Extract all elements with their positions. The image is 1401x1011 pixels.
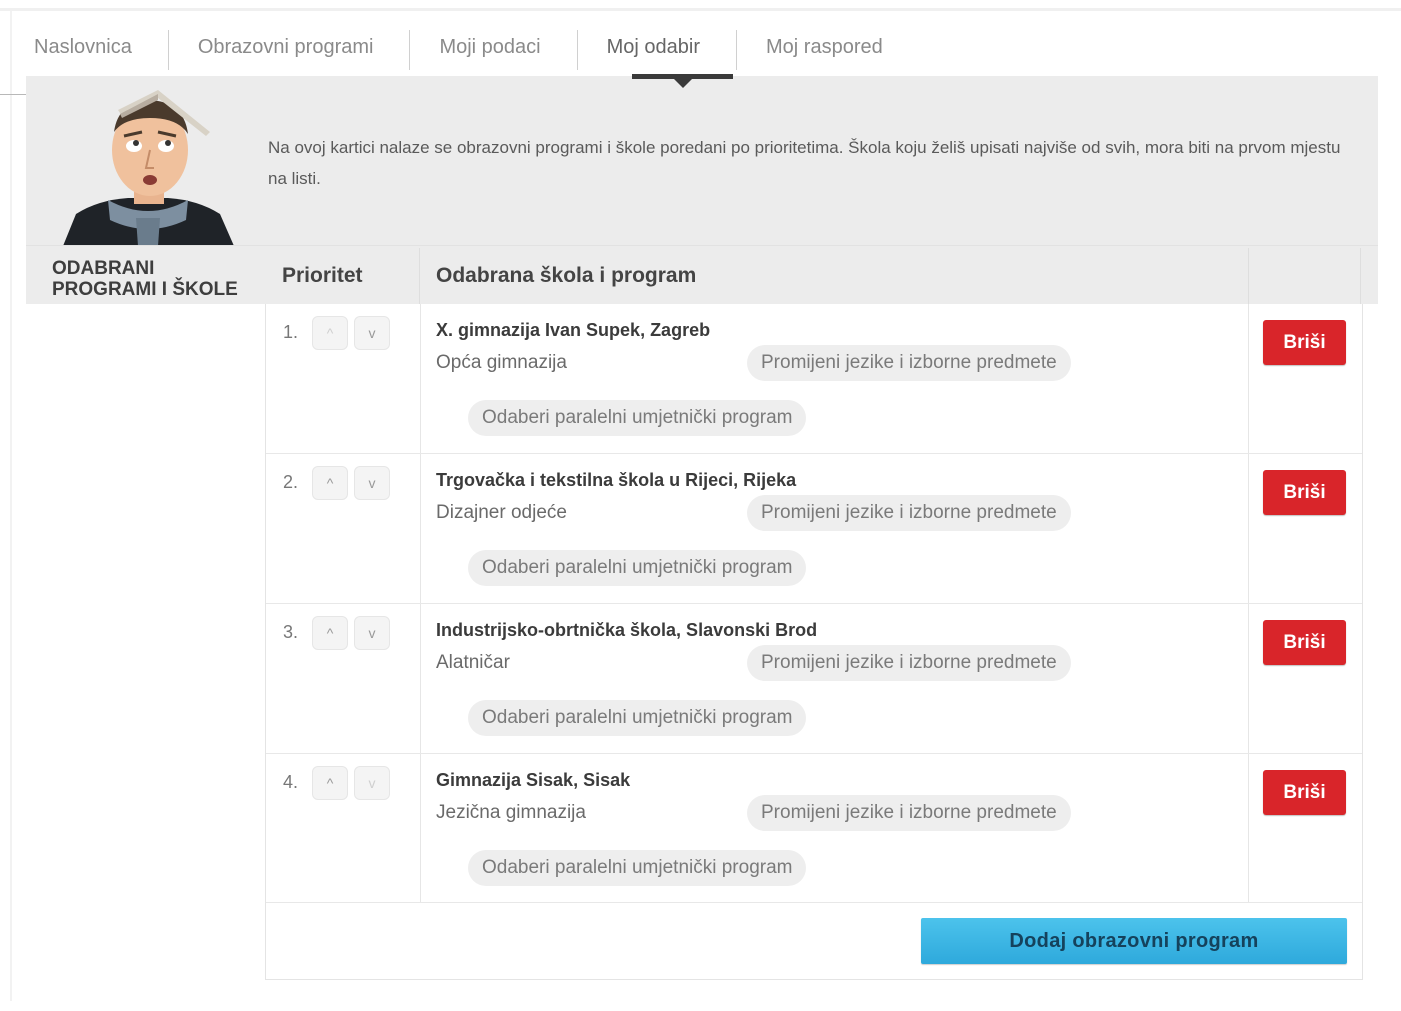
table-row: 2. ^ v Trgovačka i tekstilna škola u Rij… [266, 454, 1362, 604]
panel-divider [26, 245, 1378, 246]
delete-button[interactable]: Briši [1263, 470, 1346, 515]
move-up-button[interactable]: ^ [312, 766, 348, 800]
left-border [10, 11, 12, 1001]
school-name: Trgovačka i tekstilna škola u Rijeci, Ri… [436, 470, 797, 490]
chevron-up-icon: ^ [326, 325, 334, 341]
change-languages-button[interactable]: Promijeni jezike i izborne predmete [747, 645, 1071, 681]
priority-number: 3. [283, 622, 299, 642]
program-name: Alatničar [436, 652, 510, 673]
move-down-button[interactable]: v [354, 466, 390, 500]
intro-text: Na ovoj kartici nalaze se obrazovni prog… [268, 138, 1341, 188]
add-program-button[interactable]: Dodaj obrazovni program [921, 918, 1347, 964]
header-divider [1360, 248, 1361, 304]
select-art-program-button[interactable]: Odaberi paralelni umjetnički program [468, 850, 807, 886]
tab-moji-podaci[interactable]: Moji podaci [409, 28, 576, 70]
chevron-up-icon: ^ [326, 475, 334, 491]
selection-table: 1. ^ v X. gimnazija Ivan Supek, Zagreb O… [265, 304, 1363, 980]
chevron-down-icon: v [368, 475, 376, 491]
school-name: Gimnazija Sisak, Sisak [436, 770, 631, 790]
table-row: 1. ^ v X. gimnazija Ivan Supek, Zagreb O… [266, 304, 1362, 454]
move-up-button[interactable]: ^ [312, 316, 348, 350]
select-art-program-button[interactable]: Odaberi paralelni umjetnički program [468, 400, 807, 436]
select-art-program-button[interactable]: Odaberi paralelni umjetnički program [468, 700, 807, 736]
left-tick-line [0, 94, 26, 95]
delete-button[interactable]: Briši [1263, 620, 1346, 665]
tab-moj-odabir[interactable]: Moj odabir [576, 28, 736, 70]
chevron-down-icon: v [368, 625, 376, 641]
move-down-button[interactable]: v [354, 316, 390, 350]
header-divider [1248, 248, 1249, 304]
delete-button[interactable]: Briši [1263, 770, 1346, 815]
chevron-down-icon: v [368, 325, 376, 341]
column-header-program: Odabrana škola i program [436, 264, 697, 287]
priority-number: 1. [283, 322, 299, 342]
school-name: X. gimnazija Ivan Supek, Zagreb [436, 320, 711, 340]
change-languages-button[interactable]: Promijeni jezike i izborne predmete [747, 345, 1071, 381]
move-down-button[interactable]: v [354, 616, 390, 650]
change-languages-button[interactable]: Promijeni jezike i izborne predmete [747, 495, 1071, 531]
chevron-up-icon: ^ [326, 625, 334, 641]
chevron-up-icon: ^ [326, 775, 334, 791]
table-row: 4. ^ v Gimnazija Sisak, Sisak Jezična gi… [266, 754, 1362, 904]
section-title: ODABRANI PROGRAMI I ŠKOLE [52, 258, 238, 300]
change-languages-button[interactable]: Promijeni jezike i izborne predmete [747, 795, 1071, 831]
select-art-program-button[interactable]: Odaberi paralelni umjetnički program [468, 550, 807, 586]
student-avatar-illustration [63, 90, 234, 246]
chevron-down-icon: v [368, 775, 376, 791]
move-up-button[interactable]: ^ [312, 616, 348, 650]
top-border [0, 8, 1401, 11]
column-header-priority: Prioritet [282, 264, 363, 287]
program-name: Opća gimnazija [436, 352, 567, 373]
priority-number: 2. [283, 472, 299, 492]
tab-moj-raspored[interactable]: Moj raspored [736, 28, 903, 70]
program-name: Dizajner odjeće [436, 502, 567, 523]
tab-obrazovni-programi[interactable]: Obrazovni programi [167, 28, 410, 70]
program-name: Jezična gimnazija [436, 802, 586, 823]
active-tab-caret-icon [674, 79, 692, 88]
school-name: Industrijsko-obrtnička škola, Slavonski … [436, 620, 818, 640]
move-up-button[interactable]: ^ [312, 466, 348, 500]
header-divider [419, 248, 420, 304]
tab-bar: Naslovnica Obrazovni programi Moji podac… [14, 28, 903, 76]
priority-number: 4. [283, 772, 299, 792]
delete-button[interactable]: Briši [1263, 320, 1346, 365]
tab-naslovnica[interactable]: Naslovnica [14, 28, 168, 70]
table-row: 3. ^ v Industrijsko-obrtnička škola, Sla… [266, 604, 1362, 754]
move-down-button[interactable]: v [354, 766, 390, 800]
